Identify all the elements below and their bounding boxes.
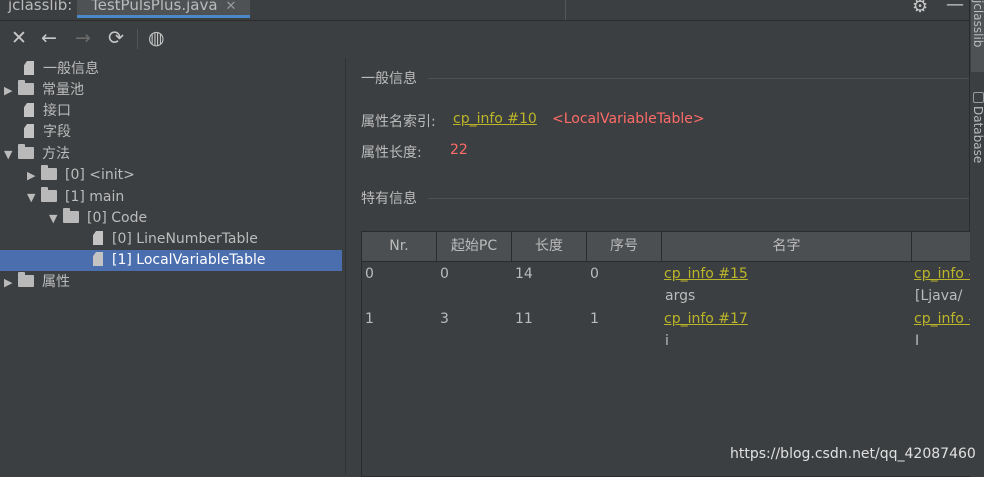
cell-descriptor-link[interactable]: cp_info # [914, 264, 970, 284]
tab-testpulsplus[interactable]: TestPulsPlus.java ✕ [77, 0, 251, 18]
tree-item-label: [0] <init> [65, 167, 135, 183]
right-tool-strip: jclasslib Database [969, 0, 984, 475]
tree-item-label: 常量池 [42, 82, 84, 98]
folder-icon [18, 272, 34, 287]
attribute-name-index-link[interactable]: cp_info #10 [453, 111, 537, 127]
general-info-title: 一般信息 [361, 71, 417, 87]
expand-arrow-icon[interactable]: ▶ [4, 272, 18, 293]
tree-item-local-variable-table[interactable]: [1] LocalVariableTable [0, 250, 342, 271]
cell-length: 14 [515, 266, 533, 282]
cell-index: 1 [590, 311, 599, 327]
section-divider [428, 78, 969, 79]
cell-start-pc: 3 [440, 311, 449, 327]
column-header-start-pc[interactable]: 起始PC [437, 232, 512, 261]
file-icon [93, 231, 103, 245]
cell-name-link[interactable]: cp_info #17 [664, 309, 748, 329]
expand-arrow-icon[interactable]: ▶ [4, 80, 18, 101]
file-icon [24, 61, 34, 75]
toolbar: ✕ ← → ⟳ ◍ [0, 21, 969, 57]
tree-item-code[interactable]: ▼ [0] Code [49, 208, 147, 229]
tree-item-label: 方法 [42, 146, 70, 162]
cell-nr: 0 [365, 266, 374, 282]
tab-divider [565, 0, 566, 20]
back-icon[interactable]: ← [41, 27, 57, 49]
collapse-arrow-icon[interactable]: ▼ [4, 144, 18, 165]
tree-item-label: 字段 [43, 124, 71, 140]
toolbar-divider [137, 29, 138, 49]
table-header: Nr. 起始PC 长度 序号 名字 [362, 232, 970, 262]
expand-arrow-icon[interactable]: ▶ [27, 165, 41, 186]
cell-index: 0 [590, 266, 599, 282]
folder-icon [18, 80, 34, 95]
collapse-arrow-icon[interactable]: ▼ [49, 208, 63, 229]
specific-info-title: 特有信息 [361, 191, 417, 207]
jclasslib-tool-tab[interactable]: jclasslib [971, 0, 984, 72]
column-header-name[interactable]: 名字 [662, 232, 912, 261]
close-icon[interactable]: ✕ [11, 27, 27, 49]
folder-icon [41, 187, 57, 202]
gear-icon[interactable]: ⚙ [912, 0, 928, 17]
cell-descriptor-value: I [915, 333, 920, 349]
attribute-name-index-label: 属性名索引: [361, 114, 436, 130]
local-variable-table: Nr. 起始PC 长度 序号 名字 0 0 14 0 cp_info #15 a… [361, 231, 970, 477]
attribute-length-label: 属性长度: [361, 145, 422, 161]
tree-item-label: 接口 [43, 103, 71, 119]
column-header-descriptor[interactable] [912, 232, 970, 261]
tree-item-label: 一般信息 [43, 61, 99, 77]
minimize-icon[interactable]: — [946, 0, 964, 15]
attribute-name-value: <LocalVariableTable> [552, 111, 705, 127]
editor-tab-bar: jclasslib: TestPulsPlus.java ✕ ⚙ — [0, 0, 984, 21]
folder-icon [18, 144, 34, 159]
class-structure-tree: 一般信息 ▶ 常量池 接口 字段 ▼ 方法 ▶ [0] <init> ▼ [1] mai… [0, 58, 345, 475]
tree-item-label: [0] Code [87, 210, 148, 226]
file-icon [24, 103, 34, 117]
globe-icon[interactable]: ◍ [148, 27, 165, 49]
cell-name-value: i [665, 333, 669, 349]
tree-item-methods[interactable]: ▼ 方法 [4, 144, 70, 165]
tree-item-constant-pool[interactable]: ▶ 常量池 [4, 80, 84, 101]
tree-item-fields[interactable]: 字段 [24, 122, 71, 143]
tree-item-attributes[interactable]: ▶ 属性 [4, 272, 70, 293]
tree-item-label: 属性 [42, 274, 70, 290]
cell-nr: 1 [365, 311, 374, 327]
file-icon [93, 252, 103, 266]
tree-item-general-info[interactable]: 一般信息 [24, 59, 99, 80]
tree-item-line-number-table[interactable]: [0] LineNumberTable [93, 229, 258, 250]
cell-name-link[interactable]: cp_info #15 [664, 264, 748, 284]
tab-prefix: jclasslib: [8, 0, 73, 14]
column-header-index[interactable]: 序号 [587, 232, 662, 261]
watermark-url: https://blog.csdn.net/qq_42087460 [730, 446, 976, 462]
column-header-nr[interactable]: Nr. [362, 232, 437, 261]
database-label: Database [971, 106, 984, 164]
cell-descriptor-link[interactable]: cp_info # [914, 309, 970, 329]
cell-name-value: args [665, 288, 696, 304]
cell-start-pc: 0 [440, 266, 449, 282]
tree-item-method-init[interactable]: ▶ [0] <init> [27, 165, 135, 186]
detail-panel: 一般信息 属性名索引: cp_info #10 <LocalVariableTa… [346, 58, 970, 477]
tree-item-label: [1] main [65, 189, 125, 205]
forward-icon[interactable]: → [75, 27, 91, 49]
tree-item-method-main[interactable]: ▼ [1] main [27, 187, 124, 208]
cell-length: 11 [515, 311, 533, 327]
tree-item-label: [0] LineNumberTable [112, 231, 258, 247]
cell-descriptor-value: [Ljava/ [915, 288, 963, 304]
tree-item-interfaces[interactable]: 接口 [24, 101, 71, 122]
refresh-icon[interactable]: ⟳ [108, 27, 124, 49]
tree-item-label: [1] LocalVariableTable [112, 252, 266, 268]
tab-label: TestPulsPlus.java [91, 0, 218, 14]
close-icon[interactable]: ✕ [226, 0, 237, 14]
column-header-length[interactable]: 长度 [512, 232, 587, 261]
section-divider [428, 198, 969, 199]
folder-icon [41, 165, 57, 180]
collapse-arrow-icon[interactable]: ▼ [27, 187, 41, 208]
database-tool-tab[interactable]: Database [971, 92, 984, 163]
file-icon [24, 124, 34, 138]
attribute-length-value: 22 [450, 142, 468, 158]
folder-icon [63, 208, 79, 223]
database-icon [972, 92, 984, 103]
